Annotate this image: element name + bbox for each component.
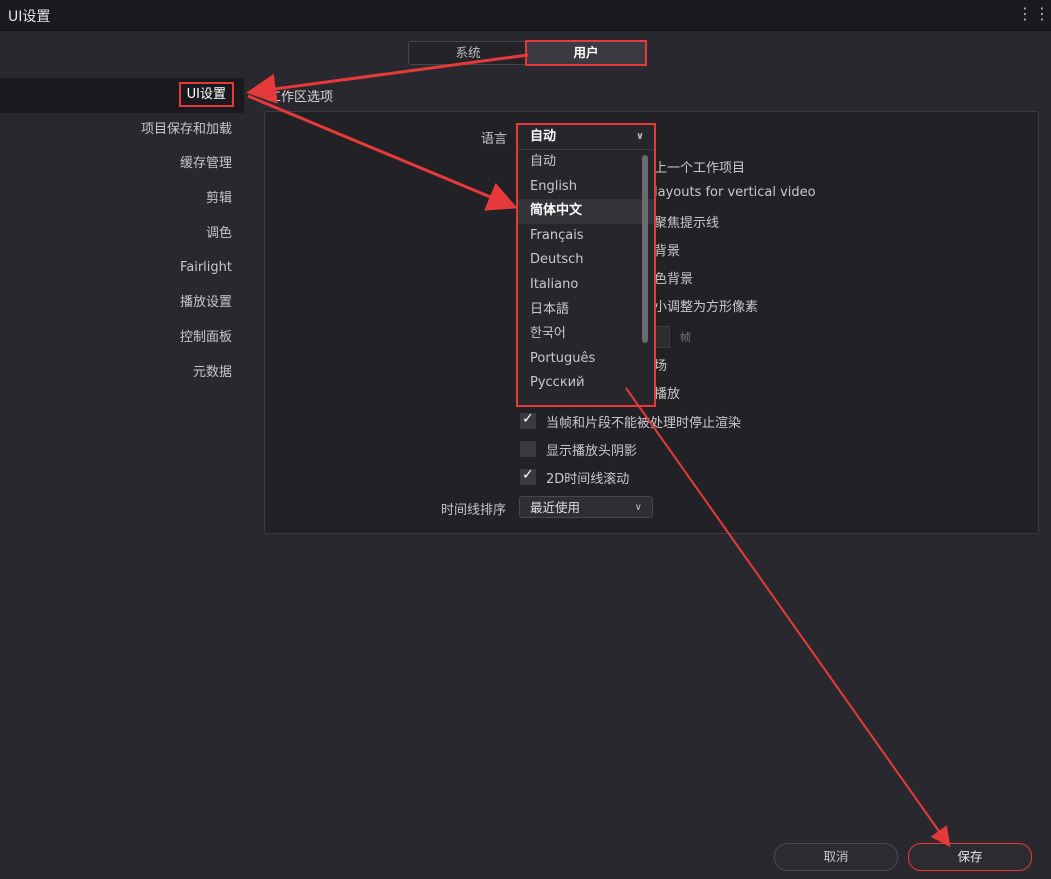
sidebar-item-ui-settings[interactable]: UI设置 xyxy=(0,78,244,113)
language-option[interactable]: Deutsch xyxy=(518,248,654,273)
row-text: 聚焦提示线 xyxy=(654,216,720,231)
stop-render-checkbox[interactable] xyxy=(520,411,536,429)
sidebar-item-control-panels[interactable]: 控制面板 xyxy=(0,321,244,356)
tab-system[interactable]: 系统 xyxy=(409,42,527,64)
sidebar-item-fairlight[interactable]: Fairlight xyxy=(0,251,244,286)
sidebar: UI设置 项目保存和加载 缓存管理 剪辑 调色 Fairlight 播放设置 控… xyxy=(0,78,244,390)
timeline-scroll-label: 2D时间线滚动 xyxy=(546,472,630,487)
language-label: 语言 xyxy=(481,132,508,147)
language-option[interactable]: Français xyxy=(518,224,654,249)
tab-user[interactable]: 用户 xyxy=(525,40,647,66)
language-option[interactable]: 自动 xyxy=(518,150,654,175)
language-selected-value: 自动 xyxy=(530,129,557,144)
frame-unit-label: 帧 xyxy=(680,331,691,344)
language-option[interactable]: Italiano xyxy=(518,273,654,298)
language-dropdown[interactable]: 自动 ∨ 自动 English 简体中文 Français Deutsch It… xyxy=(516,123,656,407)
language-option[interactable]: English xyxy=(518,175,654,200)
language-option[interactable]: 日本語 xyxy=(518,298,654,323)
timeline-scroll-checkbox[interactable] xyxy=(520,467,536,485)
title-bar: UI设置 ⋮⋮ xyxy=(0,0,1051,31)
sidebar-item-color[interactable]: 调色 xyxy=(0,217,244,252)
sidebar-item-project-save-load[interactable]: 项目保存和加载 xyxy=(0,113,244,148)
playhead-shadow-checkbox[interactable] xyxy=(520,441,536,457)
language-option[interactable]: 简体中文 xyxy=(518,199,654,224)
row-text: layouts for vertical video xyxy=(654,185,816,200)
dropdown-scrollbar[interactable] xyxy=(642,155,648,343)
row-text: 播放 xyxy=(654,387,681,402)
stop-render-label: 当帧和片段不能被处理时停止渲染 xyxy=(546,416,742,431)
language-option[interactable]: Русский xyxy=(518,371,654,396)
sidebar-item-label: UI设置 xyxy=(178,82,235,107)
row-text: 背景 xyxy=(654,244,681,259)
window-title: UI设置 xyxy=(8,9,51,25)
row-text: 场 xyxy=(654,359,668,374)
save-button[interactable]: 保存 xyxy=(908,843,1032,871)
cancel-button[interactable]: 取消 xyxy=(774,843,898,871)
timeline-sort-value: 最近使用 xyxy=(530,500,581,515)
sidebar-item-cache[interactable]: 缓存管理 xyxy=(0,147,244,182)
row-text: 上一个工作项目 xyxy=(654,161,746,176)
language-option[interactable]: 한국어 xyxy=(518,322,654,347)
playhead-shadow-label: 显示播放头阴影 xyxy=(546,444,638,459)
row-text: 色背景 xyxy=(654,272,694,287)
chevron-down-icon: ∨ xyxy=(634,502,642,513)
sidebar-item-edit[interactable]: 剪辑 xyxy=(0,182,244,217)
timeline-sort-select[interactable]: 最近使用 ∨ xyxy=(519,496,653,518)
more-options-icon[interactable]: ⋮⋮ xyxy=(1017,2,1050,26)
section-title: 工作区选项 xyxy=(268,90,334,105)
sidebar-item-metadata[interactable]: 元数据 xyxy=(0,356,244,391)
sidebar-item-playback[interactable]: 播放设置 xyxy=(0,286,244,321)
chevron-down-icon: ∨ xyxy=(635,131,644,142)
language-option[interactable]: Português xyxy=(518,347,654,372)
frame-input[interactable] xyxy=(652,326,670,348)
language-select[interactable]: 自动 ∨ xyxy=(518,125,654,150)
preference-tabs: 系统 用户 xyxy=(408,40,647,66)
row-text: 小调整为方形像素 xyxy=(654,300,759,315)
timeline-sort-label: 时间线排序 xyxy=(441,503,507,518)
